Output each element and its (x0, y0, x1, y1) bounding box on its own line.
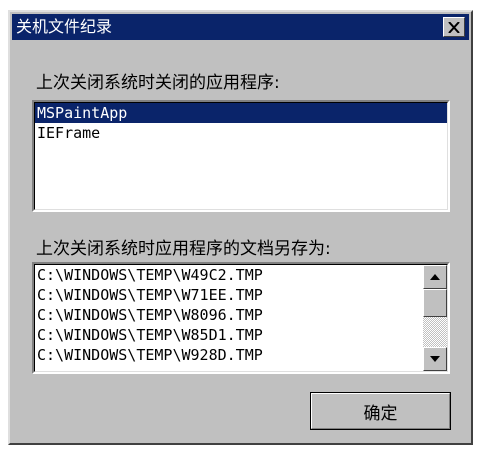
dialog-title: 关机文件纪录 (16, 17, 113, 36)
closed-apps-label: 上次关闭系统时关闭的应用程序: (36, 73, 280, 93)
closed-apps-list[interactable]: MSPaintApp IEFrame (32, 100, 450, 212)
close-icon (448, 21, 460, 33)
list-item[interactable]: MSPaintApp (35, 103, 447, 123)
list-item[interactable]: C:\WINDOWS\TEMP\W85D1.TMP (35, 325, 447, 345)
list-item[interactable]: C:\WINDOWS\TEMP\W8096.TMP (35, 305, 447, 325)
scroll-up-button[interactable] (423, 265, 447, 289)
close-button[interactable] (443, 17, 465, 37)
list-item[interactable]: IEFrame (35, 123, 447, 143)
ok-button[interactable]: 确定 (310, 392, 451, 430)
title-bar[interactable]: 关机文件纪录 (12, 14, 469, 40)
shutdown-record-dialog: 关机文件纪录 上次关闭系统时关闭的应用程序: MSPaintApp IEFrame… (8, 10, 473, 445)
list-item[interactable]: C:\WINDOWS\TEMP\W928D.TMP (35, 345, 447, 365)
scroll-down-button[interactable] (423, 347, 447, 371)
vertical-scrollbar[interactable] (423, 265, 447, 371)
saved-docs-label: 上次关闭系统时应用程序的文档另存为: (36, 239, 331, 259)
list-item[interactable]: C:\WINDOWS\TEMP\W49C2.TMP (35, 265, 447, 285)
list-item[interactable]: C:\WINDOWS\TEMP\W71EE.TMP (35, 285, 447, 305)
scroll-thumb[interactable] (423, 289, 447, 317)
ok-button-label: 确定 (363, 403, 398, 424)
arrow-down-icon (430, 356, 440, 362)
saved-docs-list[interactable]: C:\WINDOWS\TEMP\W49C2.TMP C:\WINDOWS\TEMP… (32, 262, 450, 374)
arrow-up-icon (430, 274, 440, 280)
